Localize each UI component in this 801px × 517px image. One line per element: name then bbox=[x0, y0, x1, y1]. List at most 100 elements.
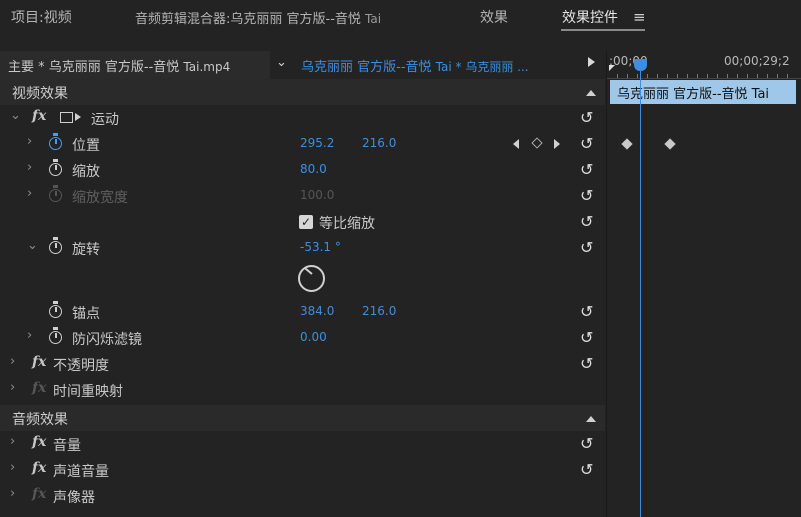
chevron-right-icon[interactable]: › bbox=[27, 134, 32, 149]
uniform-scale-checkbox[interactable]: ✓ bbox=[299, 215, 313, 229]
reset-icon[interactable]: ↺ bbox=[580, 186, 593, 205]
chevron-right-icon[interactable]: › bbox=[27, 160, 32, 175]
prev-keyframe-icon[interactable] bbox=[513, 139, 519, 149]
audio-effects-header-label: 音频效果 bbox=[12, 412, 68, 428]
transform-handle-icon[interactable] bbox=[60, 112, 81, 123]
rotation-label: 旋转 bbox=[72, 242, 100, 258]
ruler-tick bbox=[737, 74, 738, 78]
motion-label: 运动 bbox=[91, 112, 119, 128]
chevron-right-icon[interactable]: › bbox=[10, 460, 15, 475]
sequence-clip-link[interactable]: 乌克丽丽 官方版--音悦 Tai * 乌克丽丽 ... bbox=[301, 56, 529, 75]
effect-row-channel-volume[interactable]: › fx 声道音量 ↺ bbox=[0, 457, 605, 483]
effect-row-panner[interactable]: › fx 声像器 bbox=[0, 483, 605, 509]
position-x-value[interactable]: 295.2 bbox=[300, 136, 334, 150]
timecode-end: 00;00;29;2 bbox=[724, 54, 790, 68]
effect-row-time-remap[interactable]: › fx 时间重映射 bbox=[0, 377, 605, 403]
ruler-tick bbox=[727, 74, 728, 78]
chevron-right-icon[interactable]: › bbox=[10, 486, 15, 501]
fx-icon[interactable]: fx bbox=[32, 460, 46, 476]
stopwatch-icon[interactable] bbox=[49, 301, 62, 318]
collapse-up-icon[interactable] bbox=[586, 90, 596, 96]
channel-volume-label: 声道音量 bbox=[53, 464, 109, 480]
rotation-dial[interactable] bbox=[298, 265, 325, 292]
chevron-right-icon[interactable]: › bbox=[10, 380, 15, 395]
reset-icon[interactable]: ↺ bbox=[580, 460, 593, 479]
chevron-right-icon[interactable]: › bbox=[27, 186, 32, 201]
chevron-down-icon[interactable]: ⌄ bbox=[276, 55, 287, 70]
panel-tab-bar: 项目:视频 音频剪辑混合器:乌克丽丽 官方版--音悦 Tai 效果 效果控件 ≡ bbox=[0, 0, 801, 34]
chevron-down-icon[interactable]: ⌄ bbox=[10, 108, 21, 123]
reset-icon[interactable]: ↺ bbox=[580, 134, 593, 153]
fx-icon[interactable]: fx bbox=[32, 380, 46, 396]
playhead-line[interactable] bbox=[640, 61, 641, 517]
param-row-anchor-point[interactable]: 锚点 384.0 216.0 ↺ bbox=[0, 299, 605, 325]
chevron-right-icon[interactable]: › bbox=[27, 328, 32, 343]
stopwatch-icon[interactable] bbox=[49, 133, 62, 150]
reset-icon[interactable]: ↺ bbox=[580, 212, 593, 231]
keyframe-marker[interactable] bbox=[621, 138, 633, 150]
hamburger-icon[interactable]: ≡ bbox=[633, 8, 646, 26]
reset-icon[interactable]: ↺ bbox=[580, 302, 593, 321]
ruler-tick bbox=[747, 74, 748, 78]
playhead-handle[interactable] bbox=[634, 59, 647, 71]
ruler-tick bbox=[757, 74, 758, 78]
anchor-y-value[interactable]: 216.0 bbox=[362, 304, 396, 318]
fx-icon[interactable]: fx bbox=[32, 434, 46, 450]
fx-icon[interactable]: fx bbox=[32, 354, 46, 370]
volume-label: 音量 bbox=[53, 438, 81, 454]
chevron-right-icon[interactable]: › bbox=[10, 434, 15, 449]
ruler-tick bbox=[777, 74, 778, 78]
effect-row-volume[interactable]: › fx 音量 ↺ bbox=[0, 431, 605, 457]
time-remap-label: 时间重映射 bbox=[53, 384, 123, 400]
tab-audio-clip-mixer[interactable]: 音频剪辑混合器:乌克丽丽 官方版--音悦 Tai bbox=[135, 8, 381, 27]
anchor-x-value[interactable]: 384.0 bbox=[300, 304, 334, 318]
time-ruler[interactable] bbox=[607, 69, 801, 79]
tab-effects[interactable]: 效果 bbox=[480, 7, 508, 27]
reset-icon[interactable]: ↺ bbox=[580, 108, 593, 127]
chevron-down-icon[interactable]: ⌄ bbox=[27, 238, 38, 253]
fx-icon[interactable]: fx bbox=[32, 486, 46, 502]
opacity-label: 不透明度 bbox=[53, 358, 109, 374]
next-keyframe-icon[interactable] bbox=[554, 139, 560, 149]
stopwatch-icon[interactable] bbox=[49, 159, 62, 176]
stopwatch-icon[interactable] bbox=[49, 327, 62, 344]
play-icon[interactable] bbox=[588, 57, 595, 67]
tab-effect-controls[interactable]: 效果控件 bbox=[562, 7, 618, 27]
stopwatch-icon bbox=[49, 185, 62, 202]
position-y-value[interactable]: 216.0 bbox=[362, 136, 396, 150]
reset-icon[interactable]: ↺ bbox=[580, 354, 593, 373]
master-clip-tab[interactable]: 主要 * 乌克丽丽 官方版--音悦 Tai.mp4 bbox=[0, 51, 270, 79]
param-row-uniform-scale[interactable]: ✓ 等比缩放 ↺ bbox=[0, 209, 605, 235]
param-row-antiflicker[interactable]: › 防闪烁滤镜 0.00 ↺ bbox=[0, 325, 605, 351]
param-row-rotation[interactable]: ⌄ 旋转 -53.1 ° ↺ bbox=[0, 235, 605, 261]
reset-icon[interactable]: ↺ bbox=[580, 160, 593, 179]
effect-row-motion[interactable]: ⌄ fx 运动 ↺ bbox=[0, 105, 605, 131]
effect-row-opacity[interactable]: › fx 不透明度 ↺ bbox=[0, 351, 605, 377]
rotation-value[interactable]: -53.1 ° bbox=[300, 240, 341, 254]
chevron-right-icon[interactable]: › bbox=[10, 354, 15, 369]
master-clip-label: 主要 * 乌克丽丽 官方版--音悦 bbox=[8, 60, 180, 75]
stopwatch-icon[interactable] bbox=[49, 237, 62, 254]
reset-icon[interactable]: ↺ bbox=[580, 434, 593, 453]
param-row-scale[interactable]: › 缩放 80.0 ↺ bbox=[0, 157, 605, 183]
effect-timeline[interactable]: ;00;00 00;00;29;2 乌克丽丽 官方版--音悦 Tai bbox=[606, 51, 801, 517]
audio-effects-header[interactable]: 音频效果 bbox=[0, 405, 605, 431]
anchor-point-label: 锚点 bbox=[72, 306, 100, 322]
master-clip-file: Tai.mp4 bbox=[183, 60, 231, 74]
antiflicker-value[interactable]: 0.00 bbox=[300, 330, 327, 344]
reset-icon[interactable]: ↺ bbox=[580, 328, 593, 347]
reset-icon[interactable]: ↺ bbox=[580, 238, 593, 257]
add-keyframe-icon[interactable] bbox=[531, 137, 543, 149]
video-effects-header-label: 视频效果 bbox=[12, 86, 68, 102]
panner-label: 声像器 bbox=[53, 490, 95, 506]
in-point-marker[interactable] bbox=[609, 65, 615, 71]
param-row-position[interactable]: › 位置 295.2 216.0 ↺ bbox=[0, 131, 605, 157]
fx-icon[interactable]: fx bbox=[32, 108, 46, 124]
collapse-up-icon[interactable] bbox=[586, 416, 596, 422]
timeline-clip[interactable]: 乌克丽丽 官方版--音悦 Tai bbox=[610, 80, 796, 104]
scale-value[interactable]: 80.0 bbox=[300, 162, 327, 176]
tab-project[interactable]: 项目:视频 bbox=[11, 7, 72, 27]
keyframe-marker[interactable] bbox=[664, 138, 676, 150]
video-effects-header[interactable]: 视频效果 bbox=[0, 79, 605, 105]
ruler-tick bbox=[617, 74, 618, 78]
